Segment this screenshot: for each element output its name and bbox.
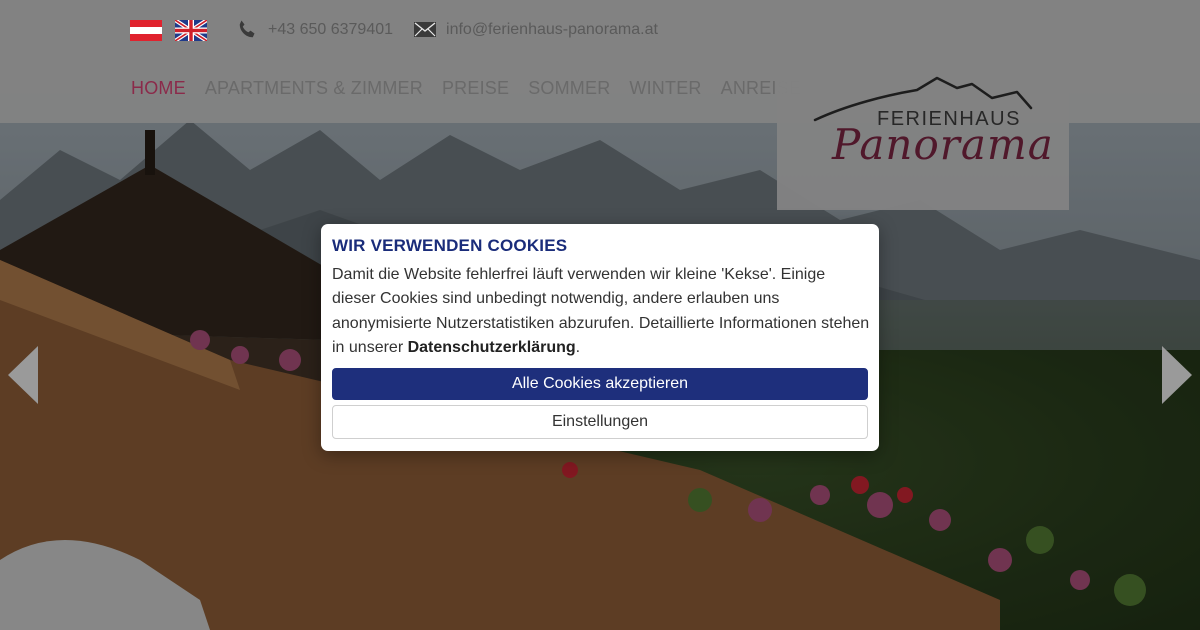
cookie-consent-dialog: WIR VERWENDEN COOKIES Damit die Website … bbox=[321, 224, 879, 451]
slider-next-arrow-icon[interactable] bbox=[1162, 346, 1192, 404]
email-address[interactable]: info@ferienhaus-panorama.at bbox=[446, 21, 658, 39]
nav-item-home[interactable]: HOME bbox=[131, 78, 186, 99]
main-navigation: HOME APARTMENTS & ZIMMER PREISE SOMMER W… bbox=[131, 78, 820, 99]
phone-contact[interactable]: +43 650 6379401 bbox=[235, 18, 393, 42]
nav-item-apartments[interactable]: APARTMENTS & ZIMMER bbox=[205, 78, 423, 99]
austria-flag-icon[interactable] bbox=[130, 19, 162, 41]
email-contact[interactable]: info@ferienhaus-panorama.at bbox=[413, 18, 658, 42]
nav-item-winter[interactable]: WINTER bbox=[629, 78, 701, 99]
nav-item-preise[interactable]: PREISE bbox=[442, 78, 509, 99]
uk-flag-icon[interactable] bbox=[173, 17, 209, 43]
accept-all-cookies-button[interactable]: Alle Cookies akzeptieren bbox=[332, 368, 868, 400]
envelope-icon bbox=[414, 22, 437, 37]
phone-number[interactable]: +43 650 6379401 bbox=[268, 21, 393, 39]
cookie-dialog-title: WIR VERWENDEN COOKIES bbox=[332, 236, 568, 255]
logo-backdrop bbox=[777, 60, 1069, 210]
cookie-text-end: . bbox=[575, 338, 581, 356]
cookie-settings-button[interactable]: Einstellungen bbox=[332, 405, 868, 439]
nav-item-sommer[interactable]: SOMMER bbox=[528, 78, 610, 99]
privacy-policy-link[interactable]: Datenschutzerklärung bbox=[408, 339, 576, 356]
site-logo[interactable]: FERIENHAUS Panorama bbox=[777, 60, 1069, 210]
phone-icon bbox=[239, 20, 255, 38]
cookie-dialog-text: Damit die Website fehlerfrei läuft verwe… bbox=[332, 263, 872, 360]
slider-prev-arrow-icon[interactable] bbox=[8, 346, 38, 404]
contact-bar: +43 650 6379401 info@ferienhaus-panorama… bbox=[130, 12, 678, 48]
